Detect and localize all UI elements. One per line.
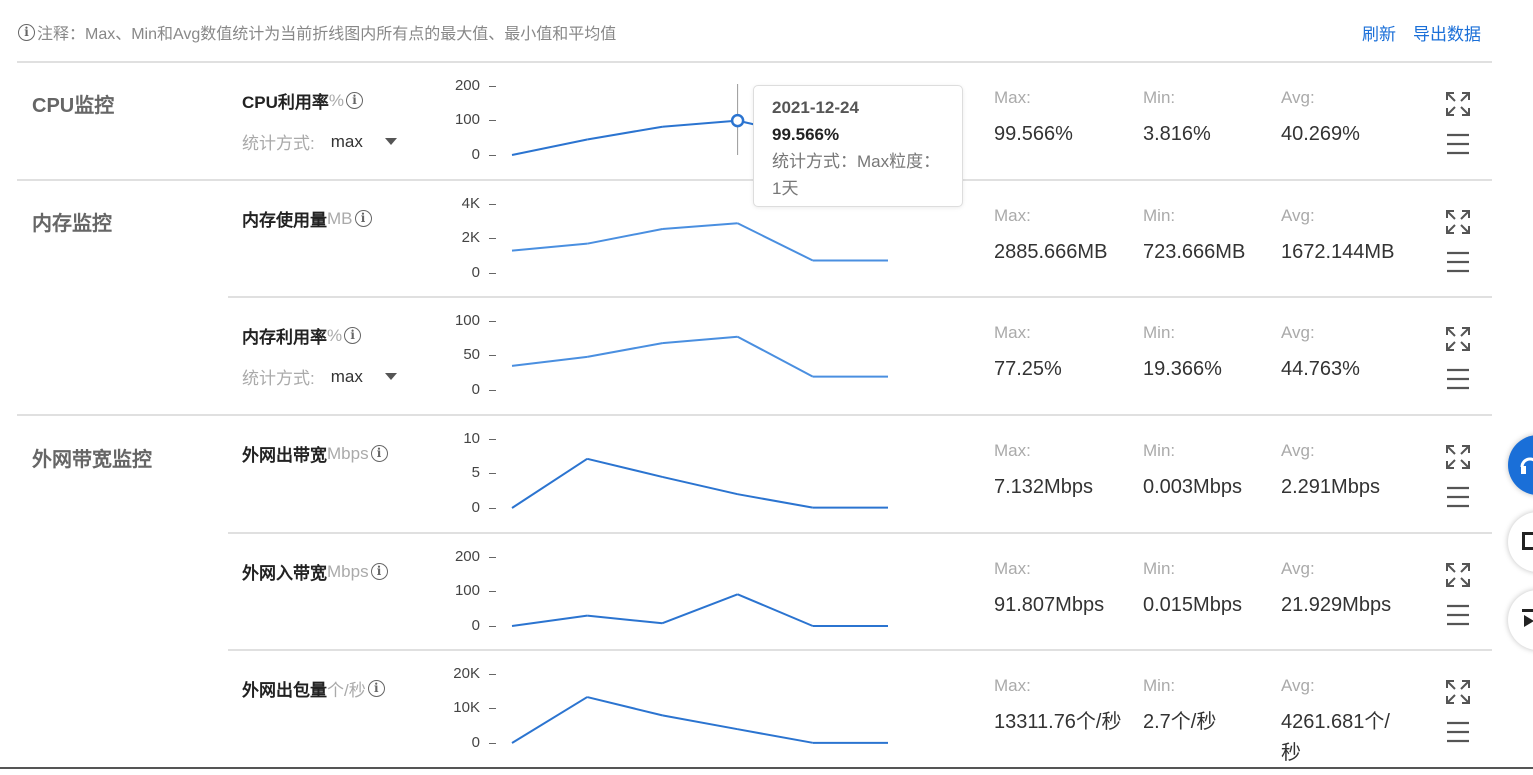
line-segment — [662, 475, 738, 496]
avg-label: Avg: — [1281, 559, 1315, 578]
avg-value: 21.929Mbps — [1281, 594, 1392, 616]
expand-icon[interactable] — [1446, 327, 1470, 351]
line-segment — [511, 457, 588, 509]
metric-row: 外网出带宽 Mbps i 10 5 0 Max: 7.132Mbps Min: 0.003Mbps… — [0, 415, 1533, 532]
line-segment — [586, 696, 663, 717]
metric-row: 外网出包量 个/秒 i 20K 10K 0 Max: 13311.76个/秒 Min: 2.7个/… — [0, 650, 1533, 767]
line-segment — [737, 335, 814, 378]
tooltip-value: 99.566% — [772, 125, 840, 144]
min-label: Min: — [1143, 559, 1176, 578]
min-label: Min: — [1143, 88, 1176, 107]
line-segment — [737, 593, 814, 627]
export-data-link[interactable]: 导出数据 — [1413, 20, 1481, 45]
min-label: Min: — [1143, 323, 1176, 342]
line-segment — [662, 222, 738, 231]
avg-label: Avg: — [1281, 323, 1315, 342]
hovered-point — [730, 113, 745, 128]
stats-note-text: 注释：Max、Min和Avg数值统计为当前折线图内所有点的最大值、最小值和平均值 — [37, 26, 617, 43]
metric-row: 内存利用率% i 统计方式: max 100 50 0 Max: 77.25% Min: 19.36… — [0, 297, 1533, 414]
line-segment — [587, 342, 663, 358]
expand-icon[interactable] — [1446, 445, 1470, 469]
min-label: Min: — [1143, 206, 1176, 225]
line-segment — [737, 222, 814, 262]
play-icon — [1522, 609, 1533, 627]
line-segment — [662, 119, 738, 128]
stats-note: i 注释：Max、Min和Avg数值统计为当前折线图内所有点的最大值、最小值和平… — [18, 20, 616, 44]
menu-icon[interactable] — [1446, 251, 1470, 273]
min-value: 0.015Mbps — [1143, 594, 1242, 616]
expand-icon[interactable] — [1446, 92, 1470, 116]
min-label: Min: — [1143, 676, 1176, 695]
max-label: Max: — [994, 206, 1031, 225]
line-segment — [511, 138, 588, 156]
expand-icon[interactable] — [1446, 680, 1470, 704]
max-value: 2885.666MB — [994, 241, 1108, 263]
avg-label: Avg: — [1281, 676, 1315, 695]
line-segment — [587, 614, 663, 625]
chart-tooltip: 2021-12-24 99.566% 统计方式：Max粒度：1天 — [753, 85, 963, 207]
line-segment — [737, 493, 813, 509]
max-label: Max: — [994, 676, 1031, 695]
menu-icon[interactable] — [1446, 133, 1470, 155]
min-value: 0.003Mbps — [1143, 476, 1242, 498]
line-segment — [737, 728, 813, 744]
max-value: 13311.76个/秒 — [994, 711, 1122, 733]
expand-icon[interactable] — [1446, 563, 1470, 587]
min-label: Min: — [1143, 441, 1176, 460]
min-value: 19.366% — [1143, 358, 1222, 380]
line-segment — [511, 355, 588, 367]
tooltip-date: 2021-12-24 — [772, 98, 859, 117]
min-value: 3.816% — [1143, 123, 1211, 145]
line-segment — [662, 593, 738, 625]
max-value: 99.566% — [994, 123, 1073, 145]
min-value: 723.666MB — [1143, 241, 1246, 263]
max-label: Max: — [994, 559, 1031, 578]
menu-icon[interactable] — [1446, 721, 1470, 743]
menu-icon[interactable] — [1446, 368, 1470, 390]
line-segment — [662, 714, 738, 731]
line-segment — [511, 696, 588, 744]
refresh-link[interactable]: 刷新 — [1362, 20, 1396, 45]
menu-icon[interactable] — [1446, 604, 1470, 626]
metric-row: 外网入带宽 Mbps i 200 100 0 Max: 91.807Mbps Min: 0.015… — [0, 533, 1533, 650]
max-value: 7.132Mbps — [994, 476, 1093, 498]
avg-value: 1672.144MB — [1281, 241, 1395, 263]
max-label: Max: — [994, 323, 1031, 342]
line-segment — [587, 228, 663, 245]
max-label: Max: — [994, 88, 1031, 107]
info-icon: i — [18, 23, 35, 41]
avg-label: Avg: — [1281, 206, 1315, 225]
max-value: 91.807Mbps — [994, 594, 1105, 616]
avg-label: Avg: — [1281, 88, 1315, 107]
avg-value: 40.269% — [1281, 123, 1360, 145]
line-segment — [511, 242, 588, 252]
headset-icon — [1520, 457, 1533, 474]
tooltip-description: 统计方式：Max粒度：1天 — [772, 152, 941, 198]
avg-value: 4261.681个/秒 — [1281, 711, 1390, 764]
window-icon — [1522, 532, 1533, 550]
avg-value: 2.291Mbps — [1281, 476, 1380, 498]
avg-label: Avg: — [1281, 441, 1315, 460]
line-segment — [586, 457, 663, 478]
line-segment — [587, 125, 663, 141]
min-value: 2.7个/秒 — [1143, 711, 1217, 733]
expand-icon[interactable] — [1446, 210, 1470, 234]
menu-icon[interactable] — [1446, 486, 1470, 508]
line-segment — [511, 614, 588, 627]
line-segment — [662, 335, 738, 345]
avg-value: 44.763% — [1281, 358, 1360, 380]
max-value: 77.25% — [994, 358, 1062, 380]
max-label: Max: — [994, 441, 1031, 460]
